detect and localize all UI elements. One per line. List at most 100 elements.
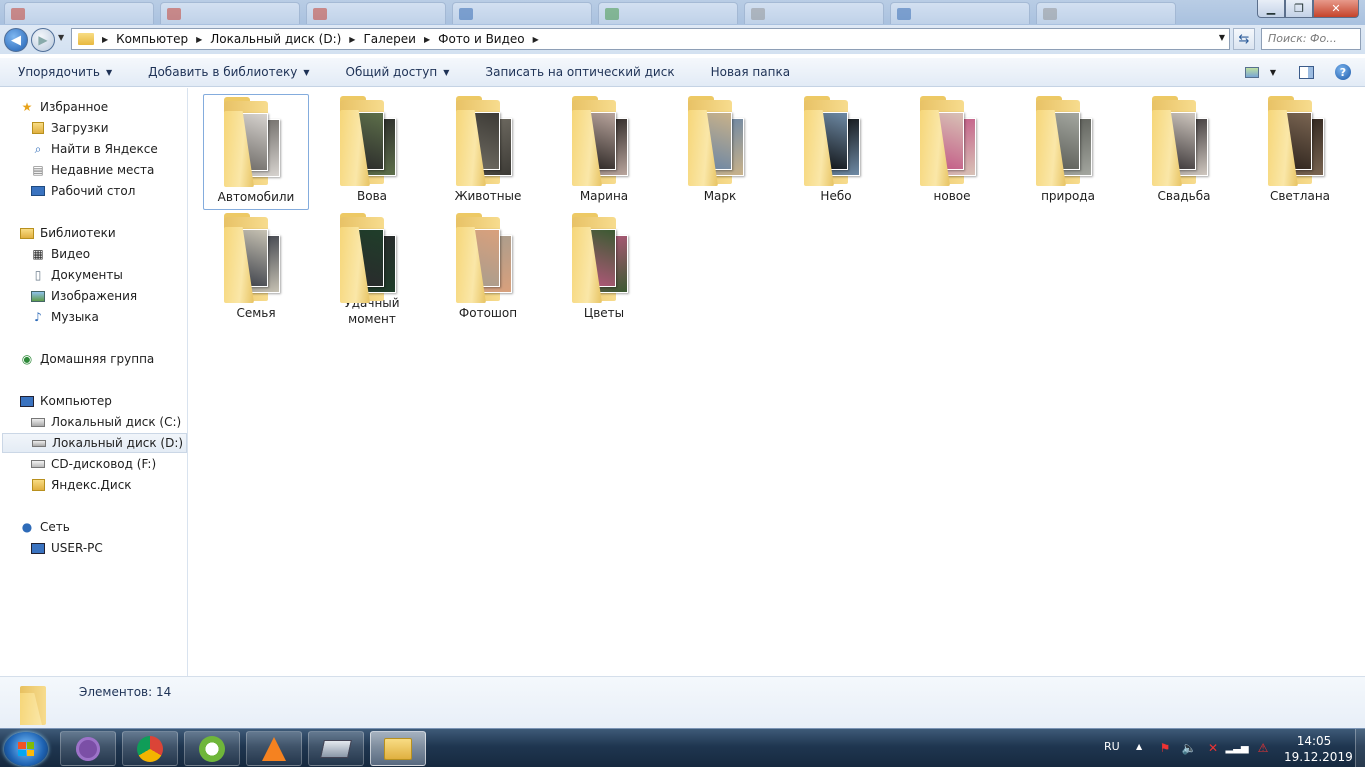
help-button[interactable]: ? [1334, 63, 1352, 81]
signal-icon[interactable]: ▂▃▅ [1225, 741, 1248, 755]
burn-label: Записать на оптический диск [485, 65, 675, 79]
chrome-icon [137, 735, 163, 762]
folder-item[interactable]: Семья [203, 211, 309, 327]
taskbar-app-scanner[interactable] [308, 731, 364, 766]
taskbar-app-green[interactable] [184, 731, 240, 766]
breadcrumb-computer[interactable]: Компьютер [116, 32, 188, 46]
background-window-tab[interactable] [306, 2, 446, 24]
search-input[interactable]: Поиск: Фо... [1261, 28, 1361, 50]
clock[interactable]: 14:05 19.12.2019 [1284, 733, 1353, 765]
nav-item-yandex-search[interactable]: ⌕ Найти в Яндексе [0, 139, 187, 159]
maximize-button[interactable]: ❐ [1285, 0, 1313, 18]
background-window-tab[interactable] [1036, 2, 1176, 24]
nav-item-desktop[interactable]: Рабочий стол [0, 181, 187, 201]
taskbar-vlc[interactable] [246, 731, 302, 766]
nav-computer[interactable]: Компьютер [0, 391, 187, 411]
nav-libraries[interactable]: Библиотеки [0, 223, 187, 243]
nav-item-video[interactable]: ▦ Видео [0, 244, 187, 264]
address-bar[interactable]: ▶ Компьютер ▶ Локальный диск (D:) ▶ Гале… [71, 28, 1230, 50]
refresh-button[interactable]: ⇆ [1233, 28, 1255, 50]
minimize-button[interactable]: ▁ [1257, 0, 1285, 18]
folder-item[interactable]: Марина [551, 94, 657, 210]
breadcrumb-disk-d[interactable]: Локальный диск (D:) [210, 32, 341, 46]
nav-label: Домашняя группа [40, 352, 155, 366]
background-window-tab[interactable] [160, 2, 300, 24]
folder-name: Марк [703, 189, 737, 203]
preview-pane-button[interactable] [1297, 63, 1315, 81]
arrow-right-icon: ▶ [38, 33, 48, 47]
security-icon[interactable]: ⚑ [1158, 741, 1172, 755]
nav-label: Сеть [40, 520, 70, 534]
recent-pages-dropdown[interactable]: ▼ [58, 33, 64, 42]
start-button[interactable] [4, 732, 48, 766]
folder-icon [452, 213, 524, 303]
folder-item[interactable]: Вова [319, 94, 425, 210]
nav-item-music[interactable]: ♪ Музыка [0, 307, 187, 327]
view-dropdown[interactable]: ▼ [1268, 63, 1278, 81]
background-window-tab[interactable] [452, 2, 592, 24]
network-off-icon[interactable]: ✕ [1206, 741, 1220, 755]
add-to-library-label: Добавить в библиотеку [148, 65, 298, 79]
chevron-right-icon[interactable]: ▶ [533, 35, 539, 44]
chevron-right-icon[interactable]: ▶ [102, 35, 108, 44]
share-button[interactable]: Общий доступ ▼ [328, 58, 468, 86]
nav-item-user-pc[interactable]: USER-PC [0, 538, 187, 558]
folder-item[interactable]: Фотошоп [435, 211, 541, 327]
volume-icon[interactable]: 🔈 [1182, 741, 1197, 755]
folder-item[interactable]: Удачный момент [319, 211, 425, 327]
nav-item-downloads[interactable]: Загрузки [0, 118, 187, 138]
new-folder-button[interactable]: Новая папка [693, 58, 808, 86]
close-button[interactable]: ✕ [1313, 0, 1359, 18]
folder-item[interactable]: Марк [667, 94, 773, 210]
nav-item-pictures[interactable]: Изображения [0, 286, 187, 306]
folder-item[interactable]: Небо [783, 94, 889, 210]
nav-network[interactable]: ● Сеть [0, 517, 187, 537]
folder-item[interactable]: новое [899, 94, 1005, 210]
background-window-tab[interactable] [890, 2, 1030, 24]
nav-homegroup[interactable]: ◉ Домашняя группа [0, 349, 187, 369]
nav-item-disk-c[interactable]: Локальный диск (C:) [0, 412, 187, 432]
breadcrumb-photo-video[interactable]: Фото и Видео [438, 32, 524, 46]
nav-label: Документы [51, 268, 123, 282]
folder-item[interactable]: Цветы [551, 211, 657, 327]
background-window-tab[interactable] [4, 2, 154, 24]
downloads-icon [30, 120, 46, 136]
show-hidden-icons-button[interactable]: ▲ [1136, 742, 1142, 751]
folder-item[interactable]: природа [1015, 94, 1121, 210]
background-window-tab[interactable] [744, 2, 884, 24]
windows-logo-icon [18, 742, 34, 756]
arrow-left-icon: ◀ [11, 32, 21, 48]
folder-item[interactable]: Свадьба [1131, 94, 1237, 210]
nav-label: Яндекс.Диск [51, 478, 132, 492]
taskbar-chrome[interactable] [122, 731, 178, 766]
notification-icon[interactable]: ⚠ [1256, 741, 1270, 755]
taskbar-explorer[interactable] [370, 731, 426, 766]
folder-item[interactable]: Автомобили [203, 94, 309, 210]
chevron-right-icon[interactable]: ▶ [196, 35, 202, 44]
chevron-right-icon[interactable]: ▶ [424, 35, 430, 44]
breadcrumb-galleries[interactable]: Галереи [363, 32, 416, 46]
nav-item-disk-d[interactable]: Локальный диск (D:) [2, 433, 187, 453]
nav-item-cd-drive[interactable]: CD-дисковод (F:) [0, 454, 187, 474]
show-desktop-button[interactable] [1355, 729, 1365, 767]
folder-item[interactable]: Светлана [1247, 94, 1353, 210]
language-indicator[interactable]: RU [1104, 740, 1120, 753]
nav-item-documents[interactable]: ▯ Документы [0, 265, 187, 285]
nav-label: Изображения [51, 289, 138, 303]
chevron-down-icon[interactable]: ▼ [1219, 33, 1225, 42]
nav-favorites[interactable]: ★ Избранное [0, 97, 187, 117]
taskbar-viber[interactable] [60, 731, 116, 766]
folder-item[interactable]: Животные [435, 94, 541, 210]
back-button[interactable]: ◀ [4, 28, 28, 52]
chevron-right-icon[interactable]: ▶ [349, 35, 355, 44]
add-to-library-button[interactable]: Добавить в библиотеку ▼ [130, 58, 327, 86]
folder-icon [916, 96, 988, 186]
nav-item-recent-places[interactable]: ▤ Недавние места [0, 160, 187, 180]
organize-button[interactable]: Упорядочить ▼ [0, 58, 130, 86]
folder-name: Семья [236, 306, 276, 320]
background-window-tab[interactable] [598, 2, 738, 24]
nav-item-yandex-disk[interactable]: Яндекс.Диск [0, 475, 187, 495]
change-view-button[interactable] [1244, 63, 1260, 81]
burn-button[interactable]: Записать на оптический диск [467, 58, 692, 86]
forward-button[interactable]: ▶ [31, 28, 55, 52]
